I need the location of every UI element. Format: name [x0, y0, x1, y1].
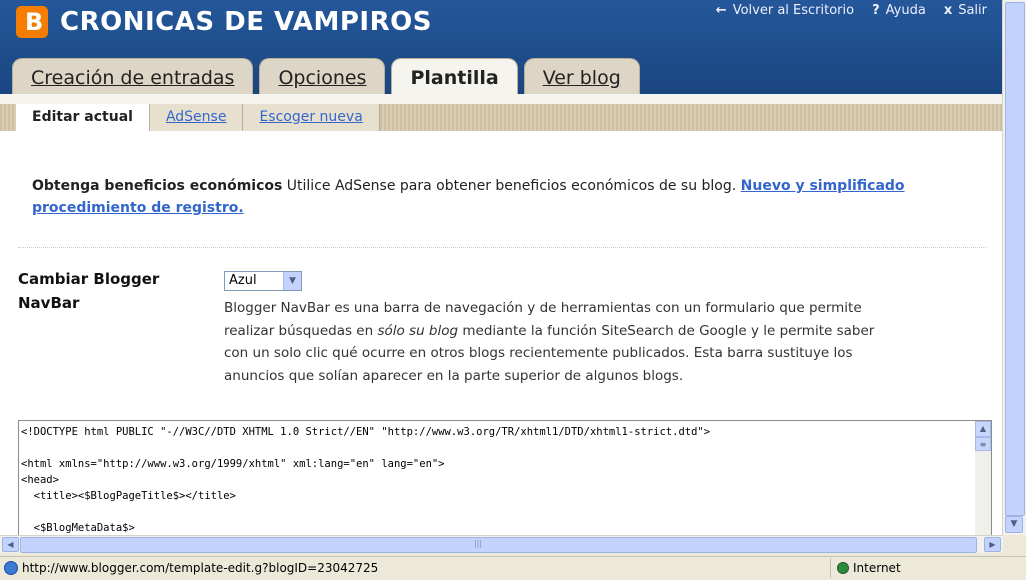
blog-title: CRONICAS DE VAMPIROS [60, 7, 432, 37]
subtab-edit-current[interactable]: Editar actual [16, 104, 150, 131]
adsense-promo: Obtenga beneficios económicos Utilice Ad… [32, 175, 972, 219]
page-vertical-scrollbar[interactable]: ▼ [1002, 0, 1026, 535]
back-to-dashboard-label: Volver al Escritorio [732, 3, 855, 18]
main-content: Obtenga beneficios económicos Utilice Ad… [0, 131, 1003, 535]
top-links: ← Volver al Escritorio ? Ayuda x Salir [716, 3, 987, 18]
help-icon: ? [872, 3, 880, 18]
main-tabs: Creación de entradas Opciones Plantilla … [12, 58, 640, 95]
navbar-label: Cambiar Blogger NavBar [18, 270, 160, 312]
status-url: http://www.blogger.com/template-edit.g?b… [22, 561, 379, 575]
scroll-right-icon[interactable]: ▶ [984, 537, 1001, 552]
editor-scrollbar[interactable]: ▲ ≡ [975, 421, 991, 535]
security-zone: Internet [830, 558, 1026, 578]
blogger-logo-icon[interactable]: B [16, 6, 48, 38]
editor-scroll-up-icon[interactable]: ▲ [975, 421, 991, 437]
navbar-description: Blogger NavBar es una barra de navegació… [224, 297, 884, 387]
subtab-pick-new[interactable]: Escoger nueva [243, 104, 380, 131]
tab-settings[interactable]: Opciones [259, 58, 386, 94]
navbar-color-value: Azul [229, 273, 257, 288]
horizontal-scroll-thumb[interactable] [20, 537, 977, 553]
page-scroll-thumb[interactable] [1005, 2, 1025, 516]
template-code-editor[interactable]: <!DOCTYPE html PUBLIC "-//W3C//DTD XHTML… [18, 420, 992, 535]
status-bar: http://www.blogger.com/template-edit.g?b… [0, 556, 1026, 580]
scroll-grip-icon: ||| [474, 539, 483, 548]
promo-heading: Obtenga beneficios económicos [32, 178, 283, 194]
globe-icon [837, 562, 849, 574]
scroll-left-icon[interactable]: ◀ [2, 537, 19, 552]
logout-link[interactable]: x Salir [944, 3, 987, 18]
zone-label: Internet [853, 561, 901, 575]
close-icon: x [943, 3, 953, 18]
logo-letter: B [25, 8, 44, 36]
subtabs: Editar actual AdSense Escoger nueva [16, 104, 380, 131]
tab-posting[interactable]: Creación de entradas [12, 58, 254, 94]
back-to-dashboard-link[interactable]: ← Volver al Escritorio [716, 3, 854, 18]
scroll-down-icon[interactable]: ▼ [1005, 516, 1023, 533]
tab-template[interactable]: Plantilla [391, 58, 518, 95]
editor-scroll-thumb[interactable]: ≡ [975, 437, 991, 451]
blogger-header: B CRONICAS DE VAMPIROS ← Volver al Escri… [0, 0, 1003, 95]
template-code[interactable]: <!DOCTYPE html PUBLIC "-//W3C//DTD XHTML… [21, 424, 971, 535]
help-link[interactable]: ? Ayuda [872, 3, 926, 18]
promo-text: Utilice AdSense para obtener beneficios … [282, 178, 741, 194]
page-icon [4, 561, 18, 575]
navbar-color-select[interactable]: Azul ▼ [224, 271, 302, 291]
scrollbar-corner [1003, 535, 1026, 552]
chevron-down-icon[interactable]: ▼ [283, 272, 301, 290]
back-arrow-icon: ← [715, 3, 727, 18]
subtab-adsense[interactable]: AdSense [149, 104, 244, 131]
logout-label: Salir [958, 3, 987, 18]
divider [18, 247, 986, 248]
tab-view-blog[interactable]: Ver blog [523, 58, 640, 94]
navbar-desc-italic: sólo su blog [377, 322, 459, 339]
help-label: Ayuda [885, 3, 926, 18]
page-horizontal-scrollbar[interactable]: ◀ ||| ▶ [0, 535, 1003, 553]
